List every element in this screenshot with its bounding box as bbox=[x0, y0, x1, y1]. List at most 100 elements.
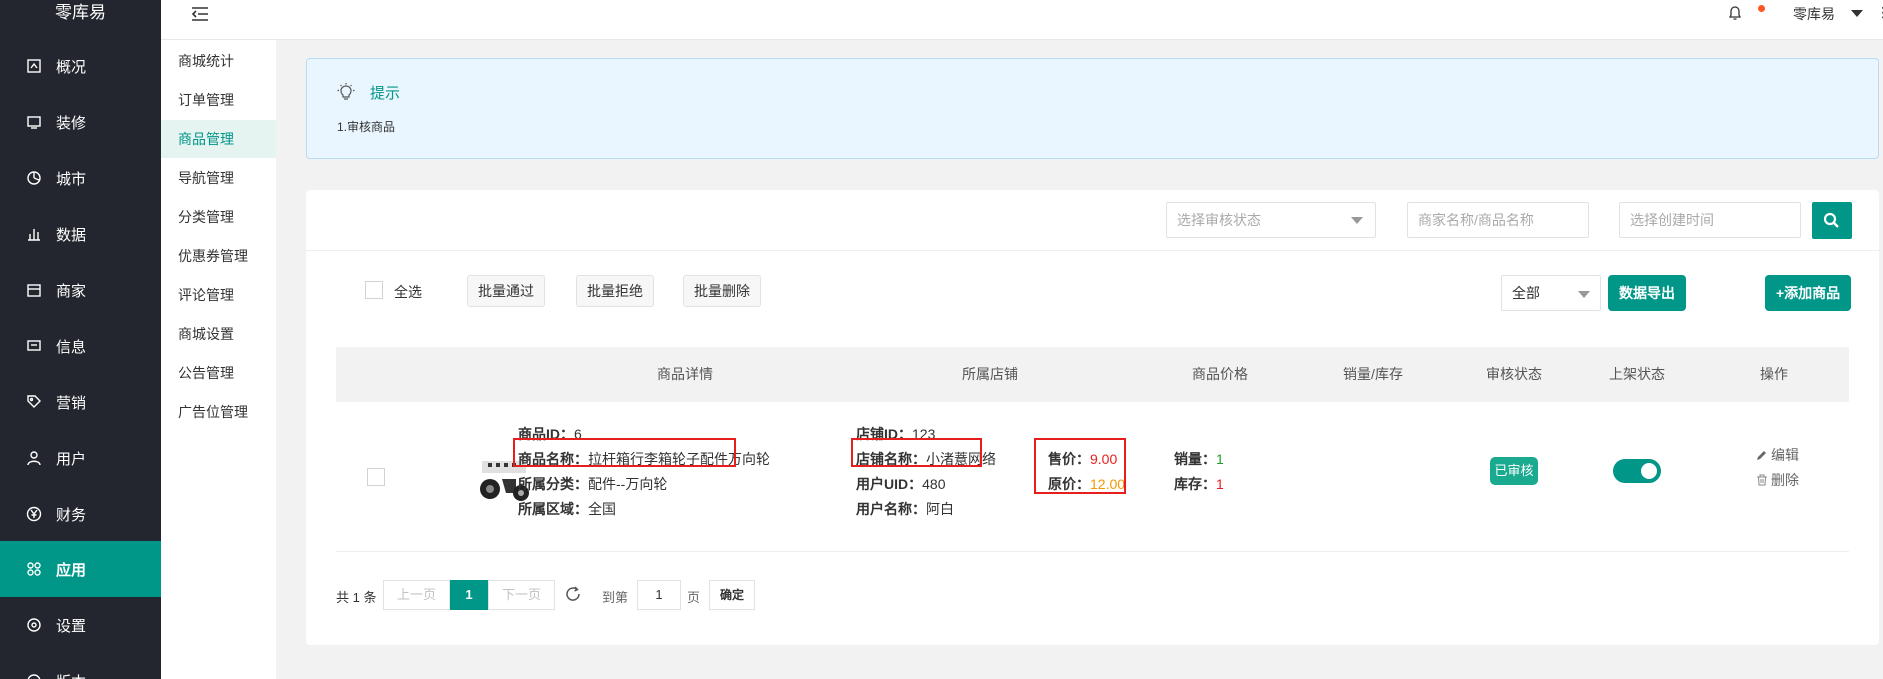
settings-icon bbox=[26, 617, 42, 633]
audit-status-select[interactable]: 选择审核状态 bbox=[1166, 202, 1376, 238]
sidebar-item-merchant[interactable]: 商家 bbox=[0, 262, 161, 318]
submenu-item-reviews[interactable]: 评论管理 bbox=[161, 276, 276, 314]
batch-reject-button[interactable]: 批量拒绝 bbox=[576, 275, 654, 307]
sidebar-item-data[interactable]: 数据 bbox=[0, 206, 161, 262]
delete-button[interactable]: 删除 bbox=[1756, 470, 1799, 490]
add-product-button[interactable]: +添加商品 bbox=[1765, 275, 1852, 311]
chevron-down-icon[interactable] bbox=[1851, 10, 1863, 17]
prev-page-button[interactable]: 上一页 bbox=[383, 580, 450, 610]
user-name: 用户名称：阿白 bbox=[856, 501, 954, 517]
column-header: 操作 bbox=[1760, 366, 1788, 382]
sidebar-item-marketing[interactable]: 营销 bbox=[0, 374, 161, 430]
notification-dot bbox=[1758, 5, 1765, 12]
page-unit-label: 页 bbox=[687, 590, 701, 605]
date-range-input[interactable]: 选择创建时间 bbox=[1619, 202, 1801, 238]
column-header: 商品价格 bbox=[1192, 366, 1248, 382]
submenu-item-products[interactable]: 商品管理 bbox=[161, 120, 276, 158]
bell-icon[interactable] bbox=[1727, 5, 1743, 21]
sidebar-item-decorate[interactable]: 装修 bbox=[0, 94, 161, 150]
audit-status-placeholder: 选择审核状态 bbox=[1177, 212, 1261, 228]
column-header: 商品详情 bbox=[657, 366, 713, 382]
user-uid: 用户UID：480 bbox=[856, 476, 946, 492]
goto-page-input[interactable]: 1 bbox=[637, 580, 681, 610]
sidebar-item-label: 营销 bbox=[56, 394, 87, 412]
main-sidebar: 零库易 概况 装修 城市 数据 商家 信息 营销 用户 财务 应用 设置 bbox=[0, 0, 161, 679]
sidebar-item-users[interactable]: 用户 bbox=[0, 430, 161, 486]
sidebar-item-message[interactable]: 信息 bbox=[0, 318, 161, 374]
chevron-down-icon bbox=[1578, 291, 1590, 298]
secondary-menu: 商城统计 订单管理 商品管理 导航管理 分类管理 优惠券管理 评论管理 商城设置… bbox=[161, 40, 276, 679]
edit-icon bbox=[1757, 451, 1766, 460]
message-icon bbox=[26, 338, 42, 354]
decorate-icon bbox=[26, 114, 42, 130]
highlight-box-price bbox=[1034, 438, 1126, 494]
search-button[interactable] bbox=[1812, 202, 1852, 239]
status-badge: 已审核 bbox=[1490, 457, 1538, 485]
export-button[interactable]: 数据导出 bbox=[1608, 275, 1686, 311]
app-logo: 零库易 bbox=[55, 3, 106, 22]
edit-label: 编辑 bbox=[1771, 447, 1799, 463]
lightbulb-icon bbox=[337, 83, 355, 100]
sidebar-item-label: 应用 bbox=[56, 561, 87, 579]
sidebar-item-city[interactable]: 城市 bbox=[0, 150, 161, 206]
sidebar-item-apps[interactable]: 应用 bbox=[0, 541, 161, 597]
user-menu-name[interactable]: 零库易 bbox=[1793, 4, 1835, 24]
search-placeholder: 商家名称/商品名称 bbox=[1418, 212, 1534, 228]
search-icon bbox=[1823, 212, 1839, 228]
tip-text: 1.审核商品 bbox=[337, 120, 396, 134]
delete-label: 删除 bbox=[1771, 472, 1799, 488]
table-header: 商品详情 所属店铺 商品价格 销量/库存 审核状态 上架状态 操作 bbox=[336, 347, 1849, 402]
divider bbox=[306, 250, 1879, 251]
sidebar-item-version[interactable]: 版本 bbox=[0, 653, 161, 679]
listing-toggle[interactable] bbox=[1613, 459, 1661, 483]
submenu-item-ad-slots[interactable]: 广告位管理 bbox=[161, 393, 276, 431]
yen-icon bbox=[26, 506, 42, 522]
batch-pass-button[interactable]: 批量通过 bbox=[467, 275, 545, 307]
chevron-down-icon bbox=[1351, 217, 1363, 224]
next-page-button[interactable]: 下一页 bbox=[488, 580, 555, 610]
stock-count: 库存：1 bbox=[1174, 476, 1224, 492]
sidebar-item-label: 概况 bbox=[56, 58, 87, 76]
submenu-item-navigation[interactable]: 导航管理 bbox=[161, 159, 276, 197]
more-icon[interactable]: ⋮ bbox=[1876, 4, 1883, 21]
apps-icon bbox=[26, 561, 42, 577]
sidebar-item-label: 城市 bbox=[56, 170, 87, 188]
search-input[interactable]: 商家名称/商品名称 bbox=[1407, 202, 1589, 238]
submenu-item-mall-settings[interactable]: 商城设置 bbox=[161, 315, 276, 353]
sidebar-item-label: 数据 bbox=[56, 226, 87, 244]
goto-confirm-button[interactable]: 确定 bbox=[709, 580, 755, 610]
submenu-item-categories[interactable]: 分类管理 bbox=[161, 198, 276, 236]
sidebar-item-label: 商家 bbox=[56, 282, 87, 300]
sidebar-item-label: 信息 bbox=[56, 338, 87, 356]
menu-fold-icon[interactable] bbox=[191, 6, 209, 22]
submenu-item-orders[interactable]: 订单管理 bbox=[161, 81, 276, 119]
tag-icon bbox=[26, 394, 42, 410]
scope-select[interactable]: 全部 bbox=[1501, 275, 1601, 311]
sidebar-item-overview[interactable]: 概况 bbox=[0, 38, 161, 94]
submenu-item-mall-stats[interactable]: 商城统计 bbox=[161, 42, 276, 80]
column-header: 所属店铺 bbox=[962, 366, 1018, 382]
refresh-icon[interactable] bbox=[564, 585, 582, 603]
tip-box: 提示 1.审核商品 bbox=[306, 58, 1879, 159]
sidebar-item-settings[interactable]: 设置 bbox=[0, 597, 161, 653]
user-icon bbox=[26, 450, 42, 466]
data-chart-icon bbox=[26, 226, 42, 242]
total-count: 共 1 条 bbox=[336, 590, 377, 605]
row-checkbox[interactable] bbox=[367, 468, 385, 486]
highlight-box-product-name bbox=[513, 438, 736, 467]
page-number[interactable]: 1 bbox=[450, 580, 488, 610]
edit-button[interactable]: 编辑 bbox=[1756, 445, 1799, 465]
batch-delete-button[interactable]: 批量删除 bbox=[683, 275, 761, 307]
sidebar-item-finance[interactable]: 财务 bbox=[0, 486, 161, 542]
sidebar-item-label: 设置 bbox=[56, 617, 87, 635]
scope-select-value: 全部 bbox=[1512, 285, 1540, 301]
select-all-label: 全选 bbox=[394, 284, 422, 300]
sidebar-item-label: 装修 bbox=[56, 114, 87, 132]
column-header: 销量/库存 bbox=[1343, 366, 1403, 382]
product-list-card: 选择审核状态 商家名称/商品名称 选择创建时间 全选 批量通过 批量拒绝 批量删… bbox=[306, 190, 1879, 645]
submenu-item-announcements[interactable]: 公告管理 bbox=[161, 354, 276, 392]
column-header: 审核状态 bbox=[1486, 366, 1542, 382]
select-all-checkbox[interactable] bbox=[365, 281, 383, 299]
submenu-item-coupons[interactable]: 优惠券管理 bbox=[161, 237, 276, 275]
product-region: 所属区域：全国 bbox=[518, 501, 616, 517]
